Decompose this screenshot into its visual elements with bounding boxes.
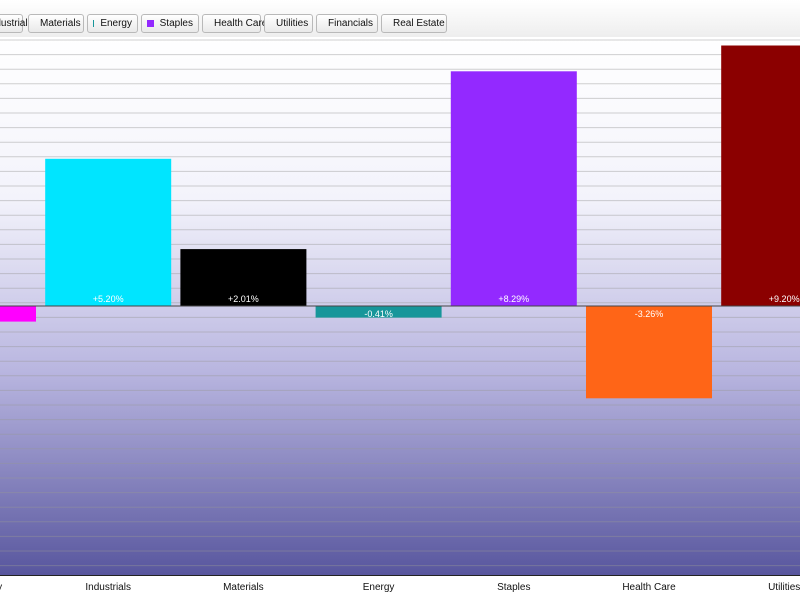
data-label-materials: +2.01% [228, 294, 259, 304]
legend-label: Health Care [214, 18, 268, 29]
bar-discretionary[interactable] [0, 306, 36, 322]
x-tick-label-staples: Staples [497, 582, 531, 593]
data-label-industrials: +5.20% [93, 294, 124, 304]
x-tick-label-energy: Energy [362, 582, 395, 593]
legend-item-utilities[interactable]: Utilities [264, 14, 313, 33]
legend-item-energy[interactable]: Energy [87, 14, 138, 33]
bar-industrials[interactable] [45, 158, 172, 306]
x-tick-label-industrials: Industrials [85, 582, 131, 593]
legend-item-materials[interactable]: Materials [28, 14, 84, 33]
bar-utilities[interactable] [721, 45, 800, 307]
legend-label: Materials [40, 18, 81, 29]
legend-label: Staples [159, 18, 193, 29]
legend-swatch [93, 20, 95, 27]
data-label-energy: -0.41% [364, 309, 393, 319]
plot-area: +5.20% +2.01% -0.41% +8.29% -3.26% +9.20% [0, 37, 800, 575]
legend-item-financials[interactable]: Financials [316, 14, 378, 33]
data-label-health-care: -3.26% [635, 309, 664, 319]
x-tick-label-discretionary: Discretionary [0, 582, 41, 593]
legend-swatch [147, 20, 154, 27]
legend-item-staples[interactable]: Staples [141, 14, 199, 33]
data-label-staples: +8.29% [498, 294, 529, 304]
data-label-utilities: +9.20% [769, 294, 800, 304]
legend-item-real-estate[interactable]: Real Estate [381, 14, 447, 33]
legend-label: Utilities [276, 18, 309, 29]
x-tick-label-materials: Materials [223, 582, 264, 593]
legend-label: Real Estate [393, 18, 445, 29]
x-axis: Discretionary Industrials Materials Energy S… [0, 575, 800, 601]
bar-staples[interactable] [450, 71, 577, 306]
legend: Industrials Materials Energy Staples Health … [0, 0, 800, 38]
legend-label: Energy [100, 18, 132, 29]
bar-health-care[interactable] [586, 306, 712, 399]
legend-item-health-care[interactable]: Health Care [202, 14, 267, 33]
legend-item-industrials[interactable]: Industrials [0, 14, 33, 33]
x-tick-label-utilities: Utilities [768, 582, 800, 593]
bar-chart: +5.20% +2.01% -0.41% +8.29% -3.26% +9.20% [0, 39, 800, 567]
legend-label: Financials [328, 18, 374, 29]
x-tick-label-health-care: Health Care [622, 582, 676, 593]
